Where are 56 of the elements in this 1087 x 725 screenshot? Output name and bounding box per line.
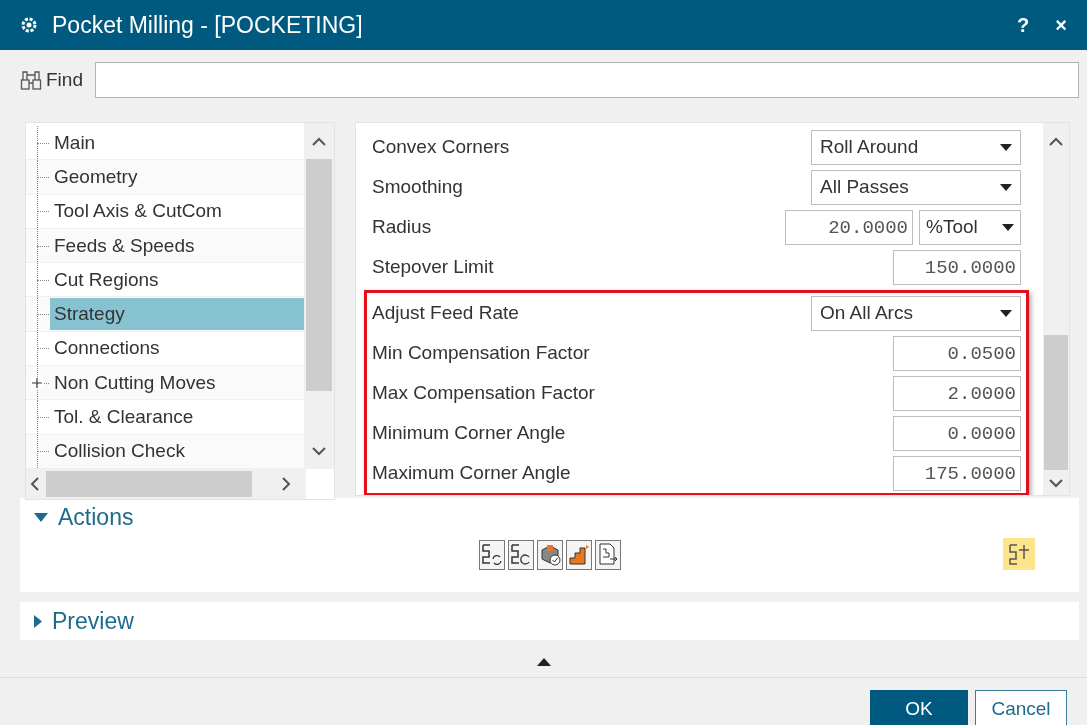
find-field[interactable] [94, 62, 1079, 98]
tree-item[interactable]: Main [50, 126, 306, 159]
expand-icon[interactable] [31, 377, 43, 390]
horizontal-scrollbar[interactable] [26, 469, 306, 499]
parameter-label: Stepover Limit [372, 256, 495, 278]
caret-icon [1000, 309, 1012, 317]
scroll-down-icon[interactable] [312, 447, 326, 456]
tree-item[interactable]: Tol. & Clearance [50, 401, 306, 433]
vertical-scrollbar[interactable] [304, 123, 334, 469]
flowchart-redo-icon[interactable] [507, 540, 534, 570]
help-button[interactable]: ? [1011, 13, 1036, 37]
scroll-left-icon[interactable] [30, 477, 39, 491]
tree-item[interactable]: Connections [50, 332, 306, 365]
add-flowchart-button[interactable] [1003, 538, 1035, 570]
block-check-icon[interactable] [536, 540, 563, 570]
number-field[interactable]: 2.0000 [893, 375, 1021, 411]
document-export-icon[interactable] [594, 540, 621, 570]
dropdown[interactable]: On All Arcs [811, 295, 1021, 331]
dropdown[interactable]: Roll Around [811, 129, 1021, 165]
parameter-label: Minimum Corner Angle [372, 422, 567, 444]
cancel-button[interactable]: Cancel [975, 690, 1067, 725]
ok-button[interactable]: OK [870, 690, 968, 725]
scroll-up-icon[interactable] [1049, 137, 1063, 146]
parameter-label: Adjust Feed Rate [372, 302, 520, 324]
vertical-scrollbar[interactable] [1043, 123, 1069, 495]
parameter-label: Max Compensation Factor [372, 382, 596, 404]
number-field[interactable]: 0.0500 [893, 335, 1021, 371]
collapse-handle-icon[interactable] [536, 658, 551, 666]
number-field[interactable]: 20.0000 [785, 209, 913, 245]
stairs-icon[interactable] [565, 540, 592, 570]
tree-item[interactable]: Strategy [50, 298, 306, 331]
number-field[interactable]: 175.0000 [893, 455, 1021, 491]
tree-item[interactable]: Tool Axis & CutCom [50, 195, 306, 228]
parameter-label: Min Compensation Factor [372, 342, 591, 364]
caret-icon [1002, 223, 1014, 231]
parameter-label: Maximum Corner Angle [372, 462, 572, 484]
caret-icon [1000, 183, 1012, 191]
parameter-label: Convex Corners [372, 136, 511, 158]
tree-item[interactable]: Cut Regions [50, 263, 306, 296]
find-label: Find [46, 69, 83, 91]
scroll-down-icon[interactable] [1049, 479, 1063, 488]
caret-icon [1000, 143, 1012, 151]
flowchart-refresh-icon[interactable] [478, 540, 505, 570]
parameter-label: Smoothing [372, 176, 464, 198]
parameter-label: Radius [372, 216, 433, 238]
scroll-right-icon[interactable] [282, 477, 291, 491]
binoculars-icon [20, 69, 42, 91]
scroll-up-icon[interactable] [312, 137, 326, 146]
dropdown[interactable]: %Tool [919, 209, 1021, 245]
close-button[interactable]: × [1049, 13, 1073, 37]
preview-section-header[interactable]: Preview [20, 602, 1079, 640]
window-title: Pocket Milling - [POCKETING] [52, 11, 364, 39]
number-field[interactable]: 150.0000 [893, 249, 1021, 285]
number-field[interactable]: 0.0000 [893, 415, 1021, 451]
gear-icon [20, 16, 38, 34]
dropdown[interactable]: All Passes [811, 169, 1021, 205]
